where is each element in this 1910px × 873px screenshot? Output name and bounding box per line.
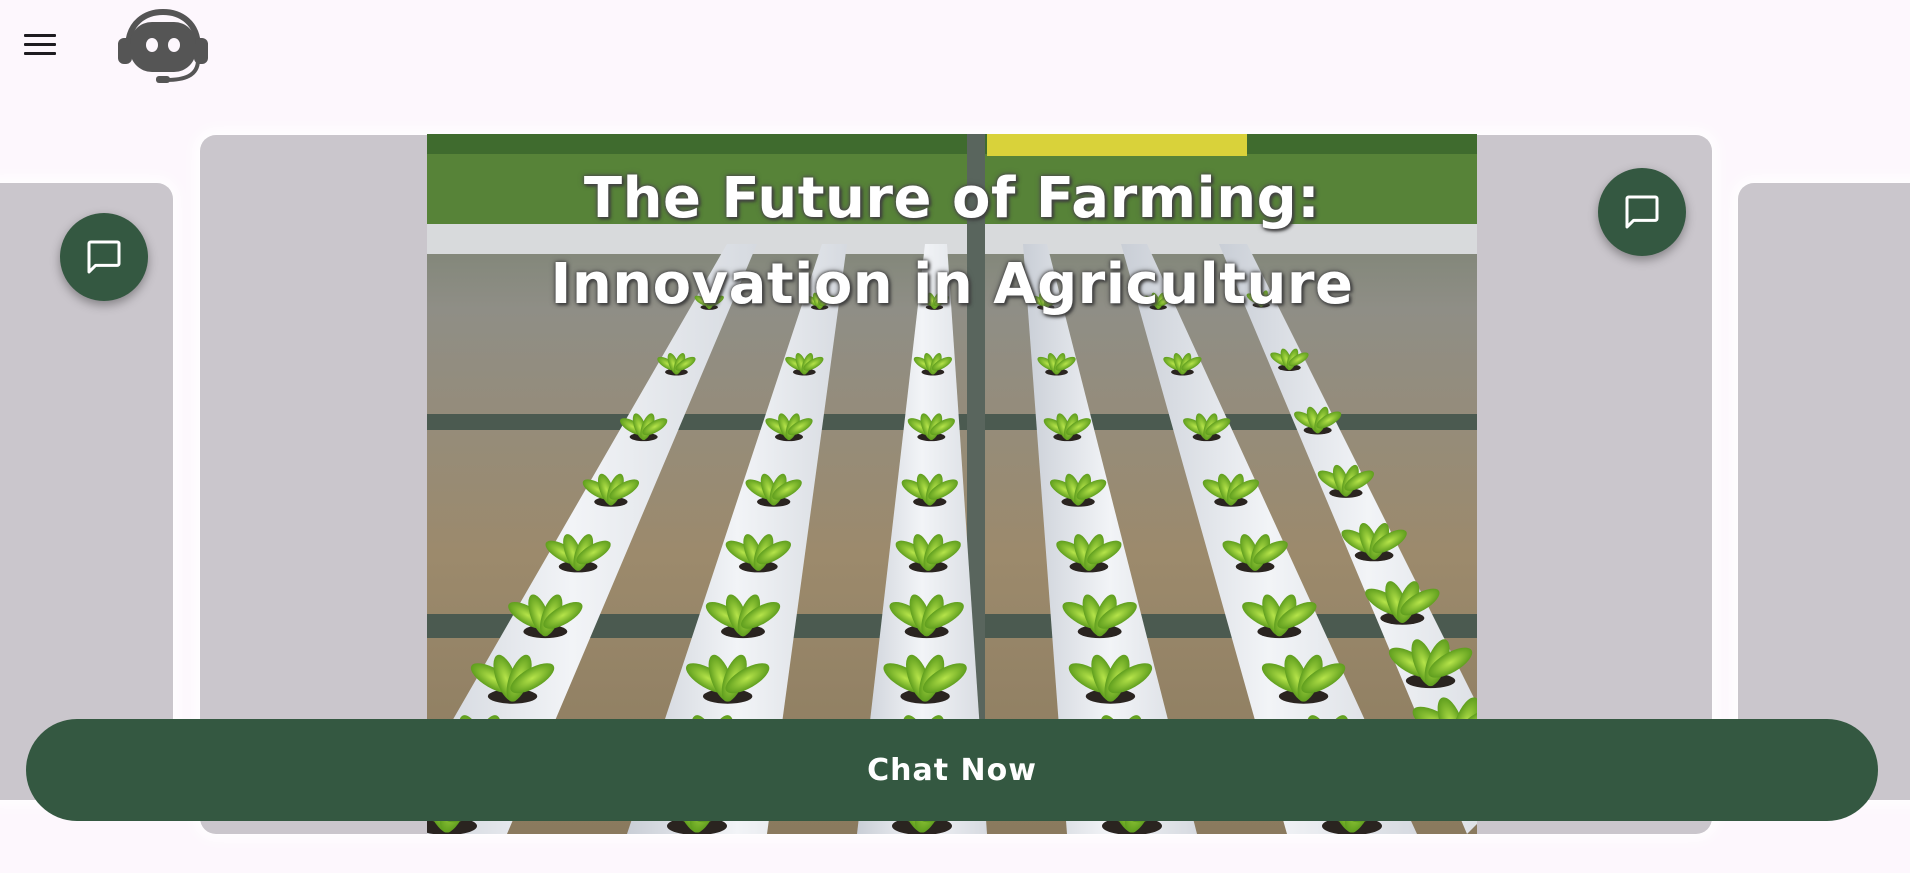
chat-fab-left[interactable]	[60, 213, 148, 301]
hamburger-menu-icon[interactable]	[22, 32, 58, 58]
chat-bubble-icon	[87, 240, 121, 274]
chat-now-button[interactable]: Chat Now	[26, 719, 1878, 821]
robot-headset-logo-icon	[114, 8, 212, 84]
chat-fab-right[interactable]	[1598, 168, 1686, 256]
app-root: The Future of Farming: Innovation in Agr…	[0, 0, 1910, 873]
chat-bubble-icon	[1625, 195, 1659, 229]
slide-title: The Future of Farming: Innovation in Agr…	[550, 166, 1354, 317]
carousel-next-card[interactable]	[1738, 183, 1910, 800]
